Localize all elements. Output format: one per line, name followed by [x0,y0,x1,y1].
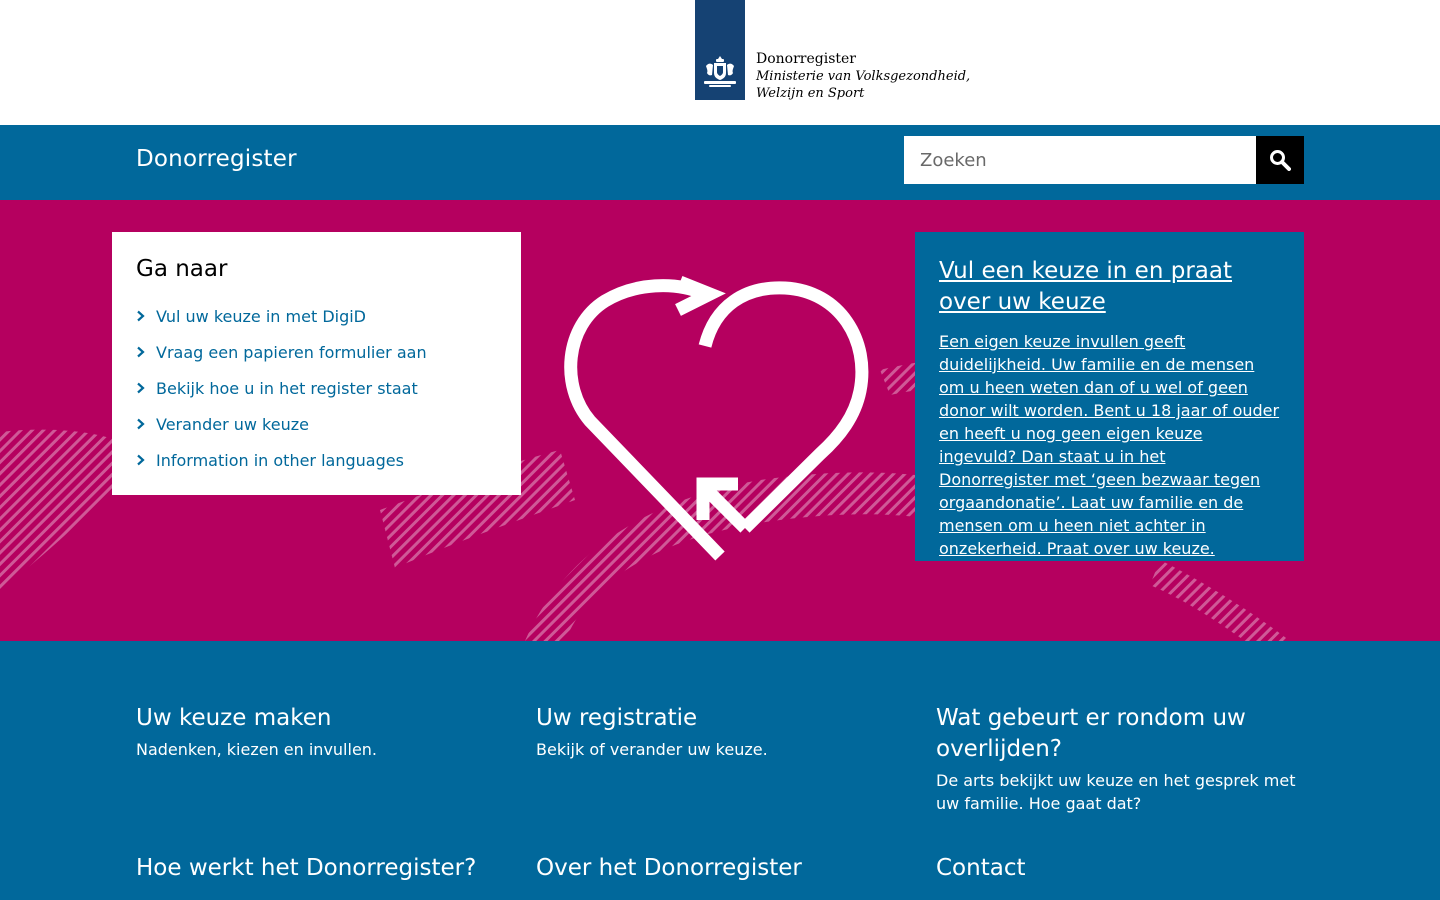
goto-link-paper-form[interactable]: Vraag een papieren formulier aan [156,343,427,362]
goto-list: Vul uw keuze in met DigiD Vraag een papi… [136,298,497,478]
tile-about[interactable]: Over het Donorregister [536,853,906,884]
goto-item-paper-form: Vraag een papieren formulier aan [136,334,497,370]
heart-arrows-illustration [564,275,869,561]
tile-text: Nadenken, kiezen en invullen. [136,740,378,759]
feature-title-link[interactable]: Vul een keuze in en praat over uw keuze [939,256,1280,318]
site-name-link[interactable]: Donorregister [136,146,297,172]
hero-section: Ga naar Vul uw keuze in met DigiD Vraag … [0,200,1440,641]
logo-title: Donorregister [756,51,856,67]
chevron-right-icon [136,382,156,394]
logo-ministry-line-2: Welzijn en Sport [756,86,865,101]
chevron-right-icon [136,418,156,430]
coat-of-arms-icon [704,56,736,87]
tile-title[interactable]: Contact [936,853,1306,884]
tile-title[interactable]: Over het Donorregister [536,853,906,884]
logo-ministry-line-1: Ministerie van Volksgezondheid, [756,69,971,84]
tile-text: Bekijk of verander uw keuze. [536,740,768,759]
search-input[interactable] [904,136,1256,184]
tile-title[interactable]: Hoe werkt het Donorregister? [136,853,506,884]
tile-contact[interactable]: Contact [936,853,1306,884]
topics-section: Uw keuze maken Nadenken, kiezen en invul… [0,641,1440,900]
site-header: Donorregister Ministerie van Volksgezond… [0,0,1440,125]
chevron-right-icon [136,310,156,322]
goto-panel: Ga naar Vul uw keuze in met DigiD Vraag … [112,232,521,495]
tile-registration[interactable]: Uw registratie Bekijk of verander uw keu… [536,703,906,761]
tile-title[interactable]: Uw keuze maken [136,703,506,734]
search-button[interactable] [1256,136,1304,184]
tile-make-choice[interactable]: Uw keuze maken Nadenken, kiezen en invul… [136,703,506,761]
tile-after-death[interactable]: Wat gebeurt er rondom uw overlijden? De … [936,703,1306,815]
goto-item-other-languages: Information in other languages [136,442,497,478]
goto-item-change-choice: Verander uw keuze [136,406,497,442]
logo-link[interactable]: Donorregister Ministerie van Volksgezond… [695,0,970,102]
search-icon [1270,150,1291,171]
chevron-right-icon [136,346,156,358]
goto-link-change-choice[interactable]: Verander uw keuze [156,415,309,434]
feature-panel[interactable]: Vul een keuze in en praat over uw keuze … [915,232,1304,561]
logo-text: Donorregister Ministerie van Volksgezond… [745,0,970,102]
goto-link-other-languages[interactable]: Information in other languages [156,451,404,470]
chevron-right-icon [136,454,156,466]
tile-title[interactable]: Wat gebeurt er rondom uw overlijden? [936,703,1306,765]
goto-title: Ga naar [136,256,228,282]
tile-title[interactable]: Uw registratie [536,703,906,734]
coat-of-arms-logo [695,0,745,100]
goto-item-check-register: Bekijk hoe u in het register staat [136,370,497,406]
goto-item-digid: Vul uw keuze in met DigiD [136,298,497,334]
navbar: Donorregister [0,125,1440,200]
tile-text: De arts bekijkt uw keuze en het gesprek … [936,771,1296,813]
goto-link-check-register[interactable]: Bekijk hoe u in het register staat [156,379,418,398]
search-form [904,136,1304,184]
tile-how-it-works[interactable]: Hoe werkt het Donorregister? [136,853,506,884]
goto-link-digid[interactable]: Vul uw keuze in met DigiD [156,307,366,326]
feature-text-link[interactable]: Een eigen keuze invullen geeft duidelijk… [939,330,1280,560]
